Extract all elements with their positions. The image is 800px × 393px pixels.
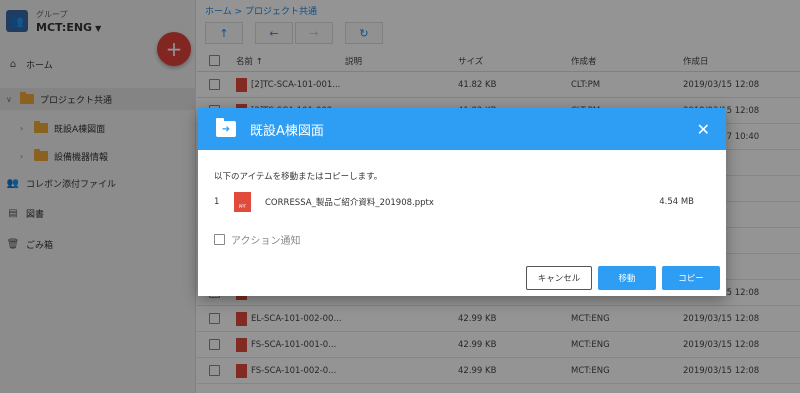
ppt-file-icon: PPT [234, 192, 251, 212]
dialog-header: ➜ 既設A棟図面 ✕ [198, 108, 726, 150]
action-notify-label: アクション通知 [231, 236, 301, 247]
file-name: CORRESSA_製品ご紹介資料_201908.pptx [265, 198, 434, 208]
copy-button[interactable]: コピー [662, 266, 720, 290]
folder-move-icon: ➜ [216, 118, 236, 137]
move-copy-dialog: ➜ 既設A棟図面 ✕ 以下のアイテムを移動またはコピーします。 1 PPT CO… [198, 108, 726, 296]
dialog-message: 以下のアイテムを移動またはコピーします。 [214, 172, 383, 182]
move-button[interactable]: 移動 [598, 266, 656, 290]
checkbox-icon [214, 234, 225, 245]
dialog-title: 既設A棟図面 [250, 123, 324, 139]
cancel-button[interactable]: キャンセル [526, 266, 592, 290]
list-item: 1 PPT CORRESSA_製品ご紹介資料_201908.pptx 4.54 … [214, 192, 694, 212]
close-icon[interactable]: ✕ [697, 120, 710, 139]
item-number: 1 [214, 197, 220, 207]
action-notify-checkbox[interactable]: アクション通知 [214, 232, 301, 247]
file-size: 4.54 MB [659, 197, 694, 207]
dialog-buttons: キャンセル 移動 コピー [520, 266, 720, 290]
